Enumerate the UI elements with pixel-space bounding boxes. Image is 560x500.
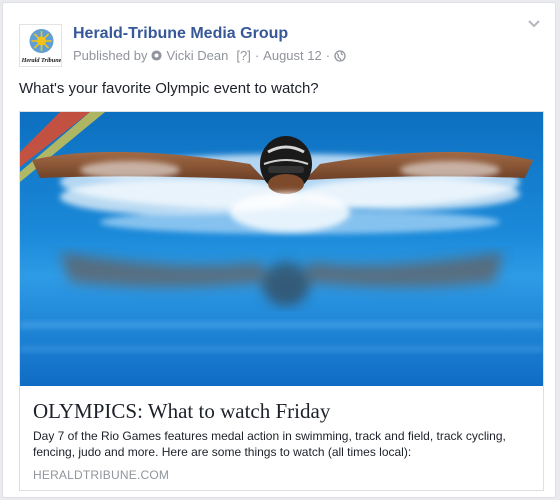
author-link[interactable]: Vicki Dean [166, 48, 228, 63]
post-card: Herald Tribune Herald-Tribune Media Grou… [2, 2, 556, 498]
link-domain: HERALDTRIBUNE.COM [33, 468, 170, 482]
logo-wordmark: Herald Tribune [21, 57, 62, 64]
meta-separator: · [254, 48, 260, 63]
post-date[interactable]: August 12 [263, 48, 322, 63]
post-caption: What's your favorite Olympic event to wa… [19, 80, 319, 97]
globe-icon[interactable] [334, 49, 346, 62]
gear-icon [151, 50, 162, 61]
chevron-down-icon[interactable] [527, 19, 541, 29]
meta-separator-2: · [325, 48, 331, 63]
link-headline[interactable]: OLYMPICS: What to watch Friday [33, 399, 330, 424]
post-meta: Published by Vicki Dean [?] · August 12 … [73, 48, 346, 63]
published-by-label: Published by [73, 48, 148, 63]
link-preview[interactable]: OLYMPICS: What to watch Friday Day 7 of … [19, 111, 544, 491]
page-name-link[interactable]: Herald-Tribune Media Group [73, 25, 288, 43]
page-logo[interactable]: Herald Tribune [19, 24, 62, 67]
link-description: Day 7 of the Rio Games features medal ac… [33, 429, 506, 459]
swimmer-photo[interactable] [20, 112, 543, 386]
help-link[interactable]: [?] [236, 48, 250, 63]
